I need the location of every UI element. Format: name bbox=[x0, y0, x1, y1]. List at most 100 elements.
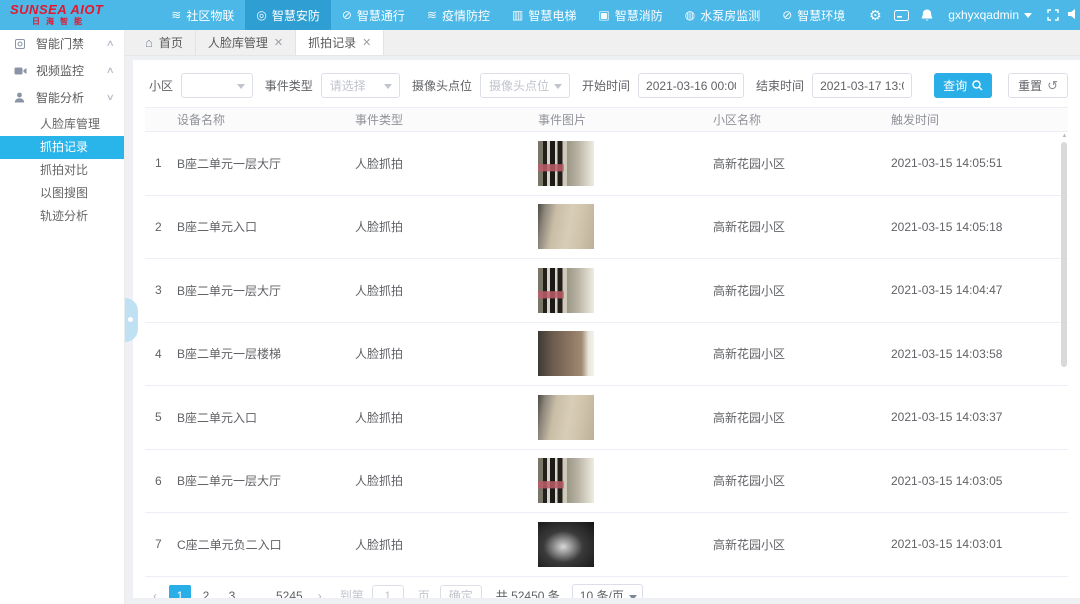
camera-select[interactable]: 摄像头点位 bbox=[480, 73, 570, 98]
sidebar-item-face-library[interactable]: 人脸库管理 bbox=[0, 113, 124, 136]
event-snapshot-image[interactable] bbox=[538, 331, 594, 376]
row-index: 6 bbox=[145, 474, 177, 488]
page-button[interactable]: 2 bbox=[195, 585, 217, 599]
top-menu-item-security[interactable]: ◎ 智慧安防 bbox=[245, 0, 331, 30]
prev-page-button[interactable]: ‹ bbox=[145, 589, 165, 599]
sidebar-group-label: 智能门禁 bbox=[36, 35, 107, 52]
table-row[interactable]: 6 B座二单元一层大厅 人脸抓拍 高新花园小区 2021-03-15 14:03… bbox=[145, 450, 1068, 514]
top-menu: ≋ 社区物联 ◎ 智慧安防 ⊘ 智慧通行 ≋ 疫情防控 ▥ 智慧电梯 ▣ 智慧消… bbox=[160, 0, 856, 30]
event-snapshot-image[interactable] bbox=[538, 395, 594, 440]
video-camera-icon bbox=[14, 66, 28, 76]
row-index: 2 bbox=[145, 220, 177, 234]
clipped-edge-icon[interactable] bbox=[1066, 8, 1080, 23]
table-row[interactable]: 2 B座二单元入口 人脸抓拍 高新花园小区 2021-03-15 14:05:1… bbox=[145, 196, 1068, 260]
query-button[interactable]: 查询 bbox=[934, 73, 992, 98]
top-menu-label: 疫情防控 bbox=[442, 7, 490, 24]
confirm-button[interactable]: 确定 bbox=[440, 585, 482, 599]
sidebar-group-video-monitor[interactable]: 视频监控 ∧ bbox=[0, 57, 124, 84]
sidebar-group-label: 智能分析 bbox=[36, 89, 107, 106]
header-event-image: 事件图片 bbox=[538, 111, 713, 128]
sidebar-item-image-search[interactable]: 以图搜图 bbox=[0, 182, 124, 205]
fullscreen-icon[interactable] bbox=[1040, 9, 1066, 21]
fire-protection-icon: ▣ bbox=[598, 8, 609, 22]
device-name-cell: B座二单元一层楼梯 bbox=[177, 345, 355, 362]
page-button[interactable]: 3 bbox=[221, 585, 243, 599]
header-community-name: 小区名称 bbox=[713, 111, 891, 128]
chevron-up-icon: ∧ bbox=[106, 65, 115, 76]
bell-icon[interactable] bbox=[914, 9, 940, 22]
event-image-cell bbox=[538, 204, 713, 249]
reset-button-label: 重置 bbox=[1018, 77, 1042, 94]
top-menu-item-elevator[interactable]: ▥ 智慧电梯 bbox=[501, 0, 587, 30]
top-menu-item-access[interactable]: ⊘ 智慧通行 bbox=[331, 0, 416, 30]
pump-room-icon: ◍ bbox=[685, 8, 695, 22]
console-icon[interactable] bbox=[888, 10, 914, 21]
end-time-label: 结束时间 bbox=[756, 77, 804, 94]
tab-home[interactable]: ⌂ 首页 bbox=[133, 30, 196, 55]
event-snapshot-image[interactable] bbox=[538, 458, 594, 503]
end-time-input[interactable] bbox=[812, 73, 912, 98]
camera-placeholder: 摄像头点位 bbox=[489, 77, 549, 94]
event-snapshot-image[interactable] bbox=[538, 141, 594, 186]
table-row[interactable]: 5 B座二单元入口 人脸抓拍 高新花园小区 2021-03-15 14:03:3… bbox=[145, 386, 1068, 450]
gear-icon[interactable]: ⚙ bbox=[862, 8, 888, 22]
trigger-time-cell: 2021-03-15 14:05:18 bbox=[891, 220, 1068, 234]
top-menu-label: 智慧消防 bbox=[615, 7, 663, 24]
sidebar-collapse-handle[interactable] bbox=[125, 298, 138, 342]
row-index: 7 bbox=[145, 537, 177, 551]
page-size-select[interactable]: 10 条/页 bbox=[572, 584, 643, 599]
table-row[interactable]: 3 B座二单元一层大厅 人脸抓拍 高新花园小区 2021-03-15 14:04… bbox=[145, 259, 1068, 323]
top-menu-item-fire[interactable]: ▣ 智慧消防 bbox=[587, 0, 673, 30]
community-name-cell: 高新花园小区 bbox=[713, 345, 891, 362]
query-button-label: 查询 bbox=[943, 77, 967, 94]
camera-label: 摄像头点位 bbox=[412, 77, 472, 94]
logo: SUNSEA AIOT 日海智能 bbox=[0, 3, 128, 26]
user-menu[interactable]: gxhyxqadmin bbox=[940, 8, 1040, 22]
row-index: 5 bbox=[145, 410, 177, 424]
event-snapshot-image[interactable] bbox=[538, 268, 594, 313]
top-menu-item-epidemic[interactable]: ≋ 疫情防控 bbox=[416, 0, 501, 30]
header-device-name: 设备名称 bbox=[177, 111, 355, 128]
sidebar-item-track-analysis[interactable]: 轨迹分析 bbox=[0, 205, 124, 228]
scrollbar-thumb[interactable] bbox=[1061, 142, 1067, 367]
community-iot-icon: ≋ bbox=[171, 8, 181, 22]
sidebar-item-capture-compare[interactable]: 抓拍对比 bbox=[0, 159, 124, 182]
home-icon: ⌂ bbox=[145, 35, 153, 50]
start-time-label: 开始时间 bbox=[582, 77, 630, 94]
close-icon[interactable]: ✕ bbox=[362, 36, 371, 49]
page-button[interactable]: 5245 bbox=[273, 585, 306, 599]
next-page-button[interactable]: › bbox=[310, 589, 330, 599]
close-icon[interactable]: ✕ bbox=[274, 36, 283, 49]
top-menu-item-community-iot[interactable]: ≋ 社区物联 bbox=[160, 0, 245, 30]
start-time-input[interactable] bbox=[638, 73, 744, 98]
reset-button[interactable]: 重置 ↺ bbox=[1008, 73, 1068, 98]
page-ellipsis[interactable]: ... bbox=[247, 585, 269, 599]
event-snapshot-image[interactable] bbox=[538, 522, 594, 567]
sidebar-group-door-access[interactable]: 智能门禁 ∧ bbox=[0, 30, 124, 57]
sidebar-group-analysis[interactable]: 智能分析 ∨ bbox=[0, 84, 124, 111]
top-bar: SUNSEA AIOT 日海智能 ≋ 社区物联 ◎ 智慧安防 ⊘ 智慧通行 ≋ … bbox=[0, 0, 1080, 30]
page-button[interactable]: 1 bbox=[169, 585, 191, 599]
top-menu-item-environment[interactable]: ⊘ 智慧环境 bbox=[771, 0, 856, 30]
event-type-cell: 人脸抓拍 bbox=[355, 409, 538, 426]
goto-page-input[interactable] bbox=[372, 585, 404, 599]
tab-capture-records[interactable]: 抓拍记录 ✕ bbox=[296, 30, 384, 55]
community-select[interactable] bbox=[181, 73, 253, 98]
elevator-icon: ▥ bbox=[512, 8, 523, 22]
table-row[interactable]: 7 C座二单元负二入口 人脸抓拍 高新花园小区 2021-03-15 14:03… bbox=[145, 513, 1068, 577]
top-menu-label: 社区物联 bbox=[186, 7, 234, 24]
top-menu-label: 智慧环境 bbox=[797, 7, 845, 24]
scroll-up-icon[interactable]: ▲ bbox=[1061, 133, 1068, 139]
event-type-select[interactable]: 请选择 bbox=[321, 73, 400, 98]
records-table: 设备名称 事件类型 事件图片 小区名称 触发时间 1 B座二单元一层大厅 人脸抓… bbox=[145, 107, 1068, 577]
header-event-type: 事件类型 bbox=[355, 111, 538, 128]
trigger-time-cell: 2021-03-15 14:03:37 bbox=[891, 410, 1068, 424]
top-menu-item-pump-room[interactable]: ◍ 水泵房监测 bbox=[674, 0, 772, 30]
sidebar-item-capture-records[interactable]: 抓拍记录 bbox=[0, 136, 124, 159]
tab-face-library[interactable]: 人脸库管理 ✕ bbox=[196, 30, 296, 55]
device-name-cell: C座二单元负二入口 bbox=[177, 536, 355, 553]
event-snapshot-image[interactable] bbox=[538, 204, 594, 249]
table-row[interactable]: 4 B座二单元一层楼梯 人脸抓拍 高新花园小区 2021-03-15 14:03… bbox=[145, 323, 1068, 387]
table-row[interactable]: 1 B座二单元一层大厅 人脸抓拍 高新花园小区 2021-03-15 14:05… bbox=[145, 132, 1068, 196]
goto-label: 到第 bbox=[340, 587, 364, 598]
